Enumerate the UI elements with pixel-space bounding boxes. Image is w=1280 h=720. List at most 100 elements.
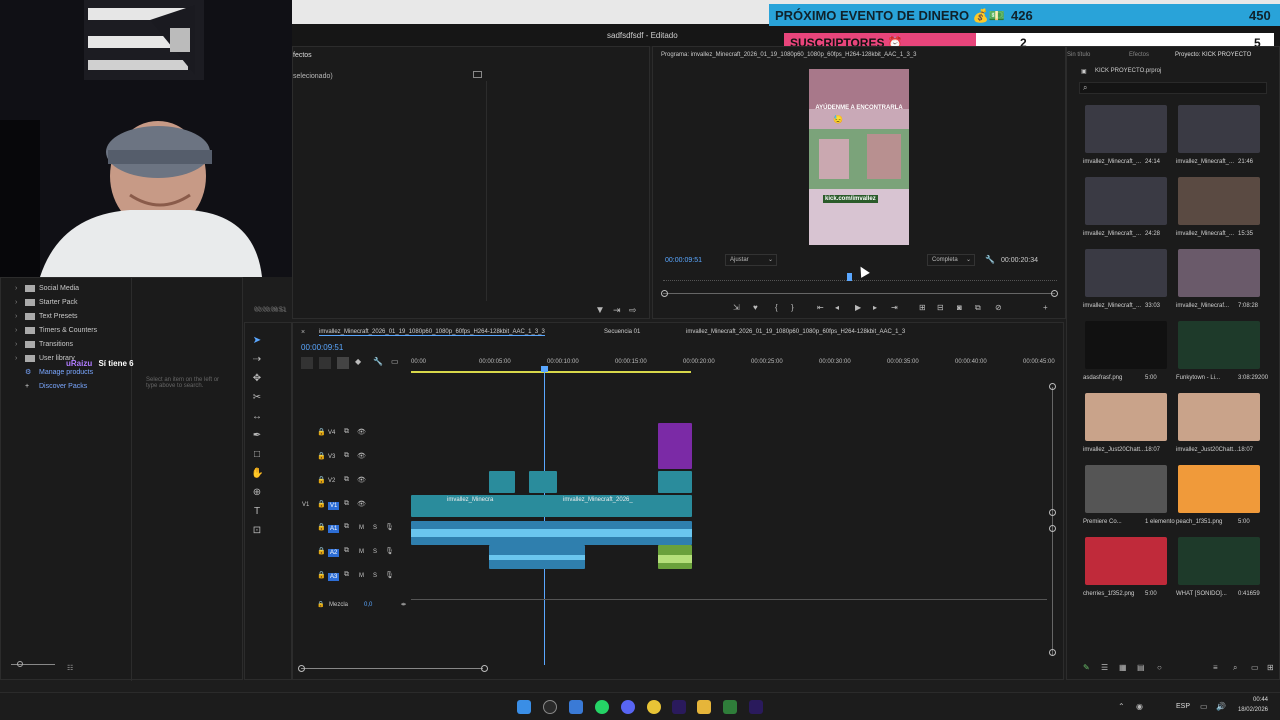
vscroll-handle-bottom[interactable]	[1049, 649, 1056, 656]
program-scrollbar[interactable]	[663, 293, 1055, 294]
mic-icon[interactable]: 🎙	[385, 523, 394, 531]
manage-products-link[interactable]: ⚙ Manage products	[1, 366, 131, 380]
text-tool-icon[interactable]: T	[251, 506, 263, 518]
clip-a2-green[interactable]	[658, 545, 692, 569]
ripple-edit-icon[interactable]: ✥	[251, 373, 263, 385]
hscroll-handle-right[interactable]	[481, 665, 488, 672]
new-bin-icon[interactable]: ▭	[1251, 663, 1259, 672]
scroll-handle-right[interactable]	[1051, 290, 1058, 297]
project-tab-project[interactable]: Proyecto: KICK PROYECTO	[1175, 52, 1251, 58]
track-select-icon[interactable]: ⇢	[251, 354, 263, 366]
expand-icon[interactable]	[473, 71, 482, 78]
sort-icon[interactable]: ≡	[1213, 663, 1218, 672]
timeline-timecode[interactable]: 00:00:09:51	[301, 343, 343, 352]
library-item[interactable]: › Starter Pack	[1, 296, 131, 310]
track-target[interactable]: V1	[302, 502, 309, 508]
clip-v2-c[interactable]	[658, 471, 692, 493]
mark-in-icon[interactable]: ⇲	[733, 303, 740, 312]
program-timecode[interactable]: 00:00:09:51	[665, 257, 702, 264]
track-name[interactable]: A1	[328, 525, 340, 533]
vscroll-handle-mid[interactable]	[1049, 509, 1056, 516]
quality-dropdown[interactable]: Completa ⌄	[927, 254, 975, 266]
multicam-icon[interactable]: ⧉	[975, 303, 981, 313]
clip-a1-audio[interactable]	[411, 521, 692, 545]
export-icon[interactable]: ⇥	[613, 305, 621, 316]
lock-icon[interactable]: 🔒	[317, 547, 326, 555]
timeline-hscroll[interactable]	[301, 668, 483, 669]
library-item[interactable]: › Transitions	[1, 338, 131, 352]
clock-date[interactable]: 18/02/2026	[1232, 707, 1268, 713]
library-item[interactable]: › Text Presets	[1, 310, 131, 324]
sync-lock-icon[interactable]: ⧉	[344, 523, 349, 531]
solo-button[interactable]: S	[373, 549, 377, 555]
project-item-thumbnail[interactable]	[1085, 537, 1167, 585]
mix-value[interactable]: 0,0	[364, 602, 372, 608]
network-icon[interactable]: ▭	[1200, 702, 1208, 711]
rectangle-icon[interactable]: □	[251, 449, 263, 461]
caption-icon[interactable]: ⊡	[251, 525, 263, 537]
clip-a2-audio[interactable]	[489, 545, 585, 569]
track-name[interactable]: V4	[328, 430, 335, 436]
project-item-thumbnail[interactable]	[1085, 465, 1167, 513]
selection-tool-icon[interactable]: ➤	[251, 335, 263, 347]
discord-icon[interactable]	[621, 700, 635, 714]
solo-button[interactable]: S	[373, 525, 377, 531]
program-title[interactable]: Programa: imvallez_Minecraft_2026_01_19_…	[661, 52, 917, 58]
nest-icon[interactable]	[301, 357, 313, 369]
project-item-thumbnail[interactable]	[1085, 249, 1167, 297]
premiere-icon[interactable]	[749, 700, 763, 714]
clip-v1[interactable]: imvallez_Minecra imvallez_Minecraft_2026…	[411, 495, 692, 517]
project-item-thumbnail[interactable]	[1178, 393, 1260, 441]
project-tab-untitled[interactable]: Sin título	[1067, 52, 1090, 58]
mute-button[interactable]: M	[359, 525, 364, 531]
project-item-thumbnail[interactable]	[1178, 177, 1260, 225]
out-point-icon[interactable]: }	[791, 303, 794, 312]
timeline-tab-active[interactable]: imvallez_Minecraft_2026_01_19_1080p60_10…	[319, 329, 545, 336]
vscroll-handle-audio[interactable]	[1049, 525, 1056, 532]
mix-end-icon[interactable]: ⇹	[401, 601, 406, 608]
pen-icon[interactable]: ✒	[251, 430, 263, 442]
solo-button[interactable]: S	[373, 573, 377, 579]
lock-icon[interactable]: 🔒	[317, 428, 326, 436]
app-icon[interactable]	[723, 700, 737, 714]
sync-lock-icon[interactable]: ⧉	[344, 547, 349, 555]
project-item-thumbnail[interactable]	[1085, 177, 1167, 225]
timeline-tab-third[interactable]: imvallez_Minecraft_2026_01_19_1080p60_10…	[686, 329, 905, 335]
program-playhead[interactable]	[847, 273, 852, 281]
wrench-icon[interactable]: 🔧	[985, 255, 995, 264]
list-view-icon[interactable]: ☷	[67, 664, 73, 672]
chrome-icon[interactable]	[647, 700, 661, 714]
taskview-icon[interactable]	[569, 700, 583, 714]
track-name[interactable]: V3	[328, 454, 335, 460]
add-marker-icon[interactable]: ◆	[355, 357, 361, 366]
hand-icon[interactable]: ✋	[251, 468, 263, 480]
project-search-input[interactable]: ⌕	[1079, 82, 1267, 94]
go-to-in-icon[interactable]: ⇤	[817, 303, 824, 312]
step-back-icon[interactable]: ◂	[835, 303, 839, 312]
settings-wrench-icon[interactable]: 🔧	[373, 357, 383, 366]
project-item-thumbnail[interactable]	[1178, 537, 1260, 585]
library-item[interactable]: › Social Media	[1, 282, 131, 296]
discover-packs-link[interactable]: + Discover Packs	[1, 380, 131, 394]
volume-icon[interactable]: 🔊	[1216, 702, 1226, 711]
tray-chevron-icon[interactable]: ⌃	[1118, 702, 1125, 711]
clip-v2-b[interactable]	[529, 471, 557, 493]
mute-button[interactable]: M	[359, 549, 364, 555]
zoom-icon[interactable]: ⊕	[251, 487, 263, 499]
project-item-thumbnail[interactable]	[1178, 465, 1260, 513]
add-button-icon[interactable]: +	[1043, 303, 1048, 312]
effects-panel-title[interactable]: fectos	[293, 52, 312, 59]
sync-lock-icon[interactable]: ⧉	[344, 571, 349, 579]
hscroll-handle-left[interactable]	[298, 665, 305, 672]
sync-lock-icon[interactable]: ⧉	[344, 428, 349, 436]
mic-icon[interactable]: 🎙	[385, 571, 394, 579]
project-tab-effects[interactable]: Efectos	[1129, 52, 1149, 58]
mic-icon[interactable]: 🎙	[385, 547, 394, 555]
whatsapp-icon[interactable]	[595, 700, 609, 714]
language-indicator[interactable]: ESP	[1176, 703, 1190, 710]
in-point-icon[interactable]: {	[775, 303, 778, 312]
step-forward-icon[interactable]: ▸	[873, 303, 877, 312]
file-explorer-icon[interactable]	[697, 700, 711, 714]
library-item[interactable]: › Timers & Counters	[1, 324, 131, 338]
vscroll-handle-top[interactable]	[1049, 383, 1056, 390]
